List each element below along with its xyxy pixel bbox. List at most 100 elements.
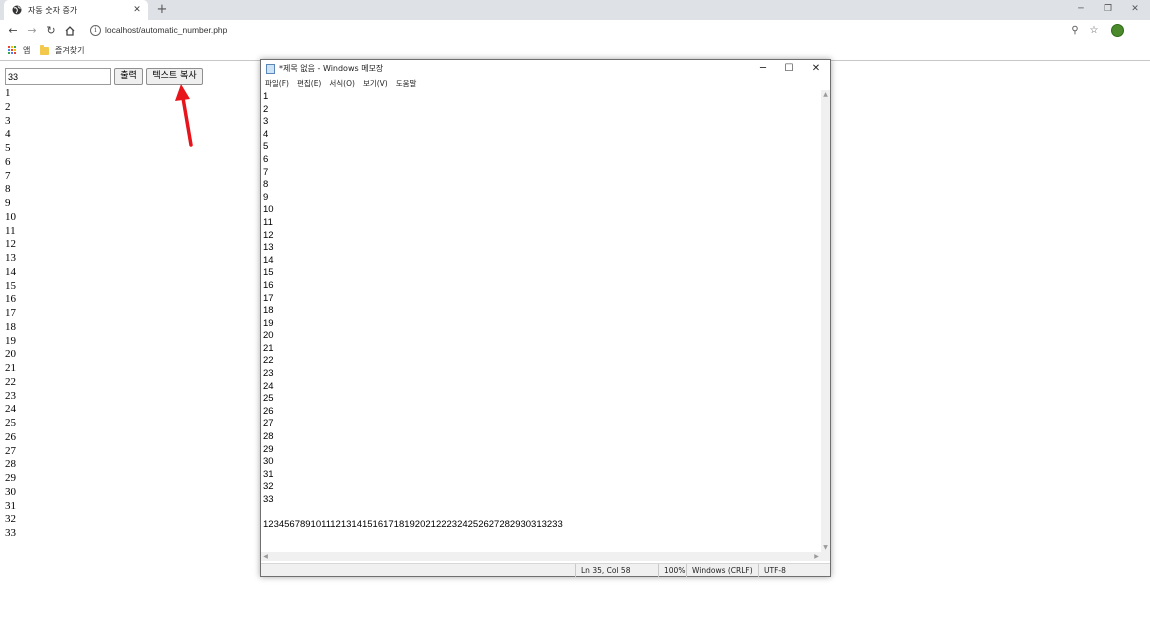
output-line: 6: [5, 155, 11, 168]
notepad-line: 3: [263, 116, 269, 128]
copy-text-button[interactable]: 텍스트 복사: [146, 68, 203, 85]
menu-file[interactable]: 파일(F): [265, 78, 289, 90]
output-line: 15: [5, 279, 16, 292]
menu-format[interactable]: 서식(O): [329, 78, 355, 90]
output-line: 31: [5, 499, 16, 512]
output-line: 5: [5, 142, 11, 154]
notepad-menubar: 파일(F) 편집(E) 서식(O) 보기(V) 도움말: [261, 78, 830, 90]
output-line: 20: [5, 348, 16, 361]
status-zoom: 100%: [658, 564, 686, 577]
site-info-icon[interactable]: i: [90, 25, 101, 36]
horizontal-scrollbar[interactable]: ◀ ▶: [261, 552, 821, 561]
output-line: 10: [5, 210, 16, 223]
notepad-line: 21: [263, 342, 274, 354]
new-tab-button[interactable]: +: [154, 2, 170, 18]
output-line: 25: [5, 417, 16, 429]
scrollbar-corner: [821, 552, 830, 561]
notepad-line: 13: [263, 242, 274, 254]
apps-grid-icon: [8, 46, 17, 55]
menu-edit[interactable]: 편집(E): [297, 78, 321, 90]
notepad-line: 5: [263, 141, 269, 153]
url-text[interactable]: localhost/automatic_number.php: [105, 25, 227, 35]
favorites-bookmark[interactable]: 즐겨찾기: [40, 44, 84, 56]
notepad-line: 29: [263, 443, 274, 455]
notepad-line: 17: [263, 292, 274, 304]
notepad-line: 24: [263, 380, 274, 392]
notepad-line: 12: [263, 229, 274, 241]
output-line: 11: [5, 224, 16, 237]
number-input[interactable]: [5, 68, 111, 85]
restore-icon[interactable]: ❐: [1097, 2, 1119, 16]
notepad-line: 31: [263, 468, 274, 480]
menu-help[interactable]: 도움말: [396, 78, 417, 90]
scroll-left-icon[interactable]: ◀: [261, 552, 270, 561]
browser-tab[interactable]: 자동 숫자 증가 ✕: [4, 0, 148, 20]
output-line: 23: [5, 389, 16, 402]
notepad-content: 1 2 3 4 5 6 7 8 9 10 11 12 13 14 15 16 17 18 19 20 21 22 23 24 2…: [263, 91, 563, 532]
zoom-icon[interactable]: ⚲: [1068, 24, 1082, 38]
address-bar[interactable]: i localhost/automatic_number.php: [84, 22, 1104, 40]
print-button[interactable]: 출력: [114, 68, 143, 85]
notepad-line: 11: [263, 216, 273, 228]
notepad-close-icon[interactable]: ✕: [802, 60, 830, 78]
status-line-ending: Windows (CRLF): [686, 564, 758, 577]
tab-close-icon[interactable]: ✕: [130, 5, 144, 15]
output-line: 14: [5, 265, 16, 278]
output-line: 13: [5, 252, 16, 264]
output-line: 3: [5, 114, 11, 127]
folder-icon: [40, 44, 49, 55]
output-line: 9: [5, 197, 11, 209]
notepad-titlebar[interactable]: *제목 없음 - Windows 메모장 ─ ☐ ✕: [261, 60, 830, 78]
browser-tabstrip: 자동 숫자 증가 ✕ + ─ ❐ ✕: [0, 0, 1150, 20]
menu-view[interactable]: 보기(V): [363, 78, 388, 90]
minimize-icon[interactable]: ─: [1070, 2, 1092, 16]
notepad-window[interactable]: *제목 없음 - Windows 메모장 ─ ☐ ✕ 파일(F) 편집(E) 서…: [260, 59, 831, 577]
apps-bookmark[interactable]: 앱: [8, 45, 30, 56]
notepad-minimize-icon[interactable]: ─: [749, 60, 777, 78]
output-list: 1 2 3 4 5 6 7 8 9 10 11 12 13 14 15 16 17 18 19 20 21 22 23 24 2…: [5, 87, 16, 541]
notepad-line: 10: [263, 204, 274, 216]
notepad-line: 9: [263, 191, 269, 203]
output-line: 18: [5, 320, 16, 333]
close-icon[interactable]: ✕: [1124, 2, 1146, 16]
home-icon[interactable]: [63, 24, 77, 38]
vertical-scrollbar[interactable]: ▲ ▼: [821, 90, 830, 552]
output-line: 7: [5, 169, 11, 182]
notepad-maximize-icon[interactable]: ☐: [775, 60, 803, 78]
notepad-line: 26: [263, 405, 274, 417]
notepad-icon: [266, 64, 275, 74]
back-icon[interactable]: ←: [6, 24, 20, 38]
notepad-title: *제목 없음 - Windows 메모장: [279, 64, 384, 73]
notepad-line: 1: [263, 91, 269, 102]
notepad-line: 2: [263, 103, 269, 115]
output-line: 2: [5, 100, 11, 113]
notepad-statusbar: Ln 35, Col 58 100% Windows (CRLF) UTF-8: [261, 563, 830, 577]
bookmark-star-icon[interactable]: ☆: [1087, 24, 1101, 38]
output-line: 8: [5, 183, 11, 196]
output-line: 1: [5, 87, 11, 99]
forward-icon[interactable]: →: [25, 24, 39, 38]
output-line: 21: [5, 362, 16, 374]
output-line: 26: [5, 430, 16, 443]
scroll-down-icon[interactable]: ▼: [821, 543, 830, 552]
output-line: 28: [5, 458, 16, 471]
profile-avatar[interactable]: [1111, 24, 1124, 37]
apps-label: 앱: [23, 46, 31, 55]
reload-icon[interactable]: ↻: [44, 24, 58, 38]
status-encoding: UTF-8: [758, 564, 830, 577]
output-line: 22: [5, 375, 16, 388]
notepad-line: 22: [263, 355, 274, 367]
browser-toolbar: ← → ↻ i localhost/automatic_number.php ⚲…: [0, 20, 1150, 42]
notepad-line: 8: [263, 179, 269, 191]
notepad-line: 27: [263, 418, 274, 430]
output-line: 16: [5, 293, 16, 306]
scroll-right-icon[interactable]: ▶: [812, 552, 821, 561]
notepad-line: 7: [263, 166, 269, 178]
output-line: 4: [5, 128, 11, 141]
tab-title: 자동 숫자 증가: [28, 5, 78, 15]
scroll-up-icon[interactable]: ▲: [821, 90, 830, 99]
notepad-text-area[interactable]: 1 2 3 4 5 6 7 8 9 10 11 12 13 14 15 16 17 18 19 20 21 22 23 24 2…: [261, 90, 821, 552]
output-line: 17: [5, 307, 16, 319]
notepad-line: 6: [263, 153, 269, 165]
notepad-line: 1234567891011121314151617181920212223242…: [263, 519, 563, 531]
